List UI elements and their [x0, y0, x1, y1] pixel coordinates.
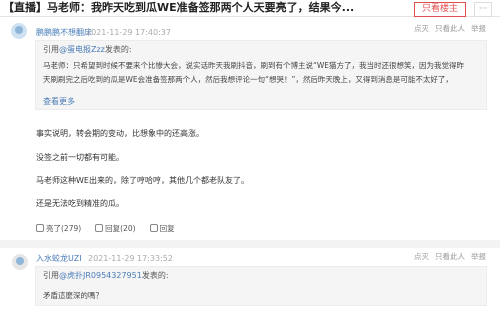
quote-line: 马老师：只希望到时候不要来个比惨大会，说实话昨天我刷抖音，刷到有个博主说“WE猫…: [43, 61, 465, 70]
quoted-user-link[interactable]: @蛋电报Zzz: [59, 45, 105, 54]
quote-header: 引用@蛋电报Zzz发表的:: [43, 45, 132, 54]
reply-icon: [149, 224, 158, 232]
comment-icon: [95, 224, 104, 232]
thumb-up-icon: [36, 224, 44, 232]
quote-line: 天刷刷完之后吃到的瓜是WE会准备签那两个人，然后我想评论一句“想哭！”，然后昨天…: [43, 75, 453, 84]
quote-header: 引用@虎扑JR0954327951发表的:: [43, 271, 169, 280]
post-username[interactable]: 鹏鹏鹏不想翻床: [36, 28, 92, 38]
like-button[interactable]: 亮了(279): [36, 224, 81, 234]
post-body-line: 还是无法吃到精准的瓜。: [36, 199, 124, 208]
post-body-line: 没签之前一切都有可能。: [36, 153, 124, 162]
only-this-user-link[interactable]: 只看此人: [435, 24, 465, 33]
reply-count-button[interactable]: 回复(20): [95, 224, 136, 234]
quote-line: 矛盾這麼深的嗎？: [43, 291, 103, 300]
expand-quote-link[interactable]: 查看更多: [43, 97, 75, 107]
post-timestamp: 2021-11-29 17:40:37: [86, 28, 171, 37]
post-body-line: 马老师这种WE出来的，除了哼哈哼，其他几个都老队友了。: [36, 176, 249, 185]
downvote-link[interactable]: 点灭: [414, 252, 429, 261]
post-body-line: 事实说明，转会期的变动，比想象中的还高涨。: [36, 129, 204, 138]
post-meta-actions: 点灭 只看此人 举报: [408, 24, 486, 34]
more-options-button[interactable]: ···: [474, 2, 492, 17]
only-this-user-link[interactable]: 只看此人: [435, 252, 465, 261]
report-link[interactable]: 举报: [471, 252, 486, 261]
quote-body: 矛盾這麼深的嗎？: [43, 289, 103, 303]
avatar[interactable]: [11, 23, 27, 39]
report-link[interactable]: 举报: [471, 24, 486, 33]
thread-title: 【直播】马老师：我昨天吃到瓜WE准备签那两个人天要亮了，结果今...: [3, 1, 355, 14]
downvote-link[interactable]: 点灭: [414, 24, 429, 33]
post-meta-actions: 点灭 只看此人 举报: [408, 252, 486, 262]
quote-body: 马老师：只希望到时候不要来个比惨大会，说实话昨天我刷抖音，刷到有个博主说“WE猫…: [43, 59, 464, 87]
thread-header: 【直播】马老师：我昨天吃到瓜WE准备签那两个人天要亮了，结果今... 只看楼主 …: [0, 0, 500, 17]
post-username[interactable]: 入水蛟龙UZI: [36, 254, 82, 264]
quoted-user-link[interactable]: @虎扑JR0954327951: [59, 271, 142, 280]
post-separator: [0, 240, 500, 248]
avatar[interactable]: [12, 254, 28, 270]
post-action-bar: 亮了(279) 回复(20) 回复: [36, 224, 189, 234]
post-timestamp: 2021-11-29 17:33:52: [88, 254, 173, 263]
only-author-button[interactable]: 只看楼主: [414, 2, 466, 17]
reply-button[interactable]: 回复: [149, 224, 175, 234]
